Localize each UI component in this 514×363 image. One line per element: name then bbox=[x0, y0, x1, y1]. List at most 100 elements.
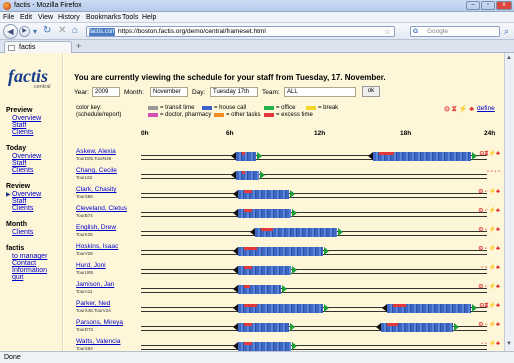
google-icon[interactable]: G bbox=[413, 28, 418, 36]
staff-name-link[interactable]: Watts, Valencia bbox=[76, 338, 120, 345]
timeline-track bbox=[141, 288, 487, 293]
end-arrow-icon bbox=[454, 323, 459, 331]
start-arrow-icon bbox=[233, 323, 238, 331]
staff-row: Jamison, Jan TourA11 ⊙ - ⚡♣ bbox=[76, 281, 500, 300]
row-status-icons: - - - - bbox=[487, 169, 500, 175]
end-arrow-icon bbox=[282, 285, 287, 293]
end-arrow-icon bbox=[324, 304, 329, 312]
preview-staff-link[interactable]: Staff bbox=[12, 122, 26, 129]
staff-name-link[interactable]: English, Drew bbox=[76, 224, 116, 231]
search-input[interactable]: G Google bbox=[410, 26, 500, 37]
row-status-icons: ⊙⧖⚡♣ bbox=[479, 151, 500, 157]
day-select[interactable]: Tuesday 17th bbox=[210, 87, 258, 97]
staff-name-link[interactable]: Jamison, Jan bbox=[76, 281, 114, 288]
start-arrow-icon bbox=[382, 304, 387, 312]
menu-help[interactable]: Help bbox=[142, 13, 156, 22]
row-status-icons: ⊙ - ⚡♣ bbox=[478, 189, 500, 195]
row-status-icons: - - ⚡♣ bbox=[481, 341, 500, 347]
row-status-icons: ⊙ - ⚡♣ bbox=[478, 246, 500, 252]
timeline-track bbox=[141, 212, 487, 217]
excess-time-mark bbox=[242, 152, 245, 155]
forward-button[interactable]: ▶ bbox=[19, 26, 30, 37]
site-identity[interactable]: factis.com bbox=[89, 28, 116, 36]
staff-tour: TourV28 bbox=[76, 251, 93, 256]
scroll-up-icon[interactable]: ▲ bbox=[506, 55, 512, 61]
staff-name-link[interactable]: Clark, Chasity bbox=[76, 186, 116, 193]
tick-18h: 18h bbox=[400, 130, 412, 137]
end-arrow-icon bbox=[290, 323, 295, 331]
staff-name-link[interactable]: Askew, Alexia bbox=[76, 148, 116, 155]
status-bar: Done bbox=[0, 351, 514, 363]
staff-name-link[interactable]: Hoskins, Isaac bbox=[76, 243, 118, 250]
staff-tour: TourD05,TourN48 bbox=[76, 156, 112, 161]
preview-clients-link[interactable]: Clients bbox=[12, 129, 33, 136]
search-placeholder[interactable]: Google bbox=[427, 28, 448, 36]
preview-overview-link[interactable]: Overview bbox=[12, 115, 41, 122]
to-manager-link[interactable]: to manager bbox=[12, 253, 47, 260]
ok-button[interactable]: ok bbox=[362, 86, 380, 97]
year-select[interactable]: 2009 bbox=[92, 87, 120, 97]
review-clients-link[interactable]: Clients bbox=[12, 205, 33, 212]
staff-name-link[interactable]: Parker, Ned bbox=[76, 300, 110, 307]
menu-file[interactable]: File bbox=[3, 13, 14, 22]
staff-name-link[interactable]: Parsons, Mireya bbox=[76, 319, 123, 326]
legend-office: = office bbox=[276, 105, 296, 111]
team-label: Team: bbox=[262, 89, 280, 96]
timeline-track bbox=[141, 269, 487, 274]
excess-time-mark bbox=[244, 266, 252, 269]
review-overview-link[interactable]: Overview bbox=[12, 191, 41, 198]
excess-time-mark bbox=[244, 190, 252, 193]
excess-time-mark bbox=[242, 171, 245, 174]
scroll-down-icon[interactable]: ▼ bbox=[506, 341, 512, 347]
tab-factis[interactable]: factis bbox=[4, 41, 72, 53]
search-go-icon[interactable]: ⌕ bbox=[504, 26, 509, 37]
end-arrow-icon bbox=[257, 152, 262, 160]
staff-tour: TourL62 bbox=[76, 175, 93, 180]
url-text[interactable]: https://boston.factis.org/demo/central/f… bbox=[118, 28, 266, 36]
menu-history[interactable]: History bbox=[58, 13, 80, 22]
staff-row: English, Drew TourK26 ⊙ - ⚡♣ bbox=[76, 224, 500, 243]
row-status-icons: ⊙ - ⚡♣ bbox=[478, 227, 500, 233]
back-button[interactable]: ◀ bbox=[3, 24, 18, 39]
schedule-bar[interactable] bbox=[236, 152, 256, 161]
vertical-scrollbar[interactable]: ▲ ▼ bbox=[504, 53, 514, 351]
menu-tools[interactable]: Tools bbox=[122, 13, 138, 22]
review-staff-link[interactable]: Staff bbox=[12, 198, 26, 205]
month-clients-link[interactable]: Clients bbox=[12, 229, 33, 236]
menu-edit[interactable]: Edit bbox=[20, 13, 32, 22]
section-month: Month bbox=[6, 221, 27, 228]
start-arrow-icon bbox=[231, 171, 236, 179]
menu-view[interactable]: View bbox=[38, 13, 53, 22]
minimize-button[interactable]: – bbox=[466, 1, 480, 10]
staff-name-link[interactable]: Hurd, Joni bbox=[76, 262, 106, 269]
reload-icon[interactable]: ↻ bbox=[43, 25, 51, 36]
today-overview-link[interactable]: Overview bbox=[12, 153, 41, 160]
month-select[interactable]: November bbox=[150, 87, 188, 97]
legend-swatch-transit bbox=[148, 106, 158, 110]
maximize-button[interactable]: ▫ bbox=[481, 1, 495, 10]
quit-link[interactable]: quit bbox=[12, 274, 23, 281]
excess-time-mark bbox=[379, 152, 394, 155]
staff-name-link[interactable]: Cleveland, Cletus bbox=[76, 205, 127, 212]
home-icon[interactable]: ⌂ bbox=[72, 25, 78, 36]
team-select[interactable]: ALL bbox=[284, 87, 356, 97]
today-staff-link[interactable]: Staff bbox=[12, 160, 26, 167]
schedule-bar[interactable] bbox=[236, 171, 259, 180]
stop-icon[interactable]: ✕ bbox=[58, 25, 66, 36]
url-bar[interactable]: factis.com https://boston.factis.org/dem… bbox=[86, 26, 395, 37]
close-button[interactable]: x bbox=[496, 1, 512, 10]
today-clients-link[interactable]: Clients bbox=[12, 167, 33, 174]
bookmark-star-icon[interactable]: ☆ bbox=[384, 27, 391, 37]
contact-link[interactable]: Contact bbox=[12, 260, 36, 267]
color-key-label: color key: bbox=[76, 105, 102, 111]
staff-name-link[interactable]: Chang, Cecile bbox=[76, 167, 117, 174]
end-arrow-icon bbox=[472, 304, 477, 312]
day-label: Day: bbox=[192, 89, 206, 96]
define-link[interactable]: define bbox=[477, 105, 495, 112]
dropdown-icon[interactable]: ▾ bbox=[33, 27, 37, 36]
information-link[interactable]: Information bbox=[12, 267, 47, 274]
new-tab-button[interactable]: + bbox=[76, 42, 86, 52]
menu-bookmarks[interactable]: Bookmarks bbox=[86, 13, 121, 22]
row-status-icons: ⊙ - ⚡♣ bbox=[478, 284, 500, 290]
current-arrow-icon: ▶ bbox=[6, 192, 11, 198]
